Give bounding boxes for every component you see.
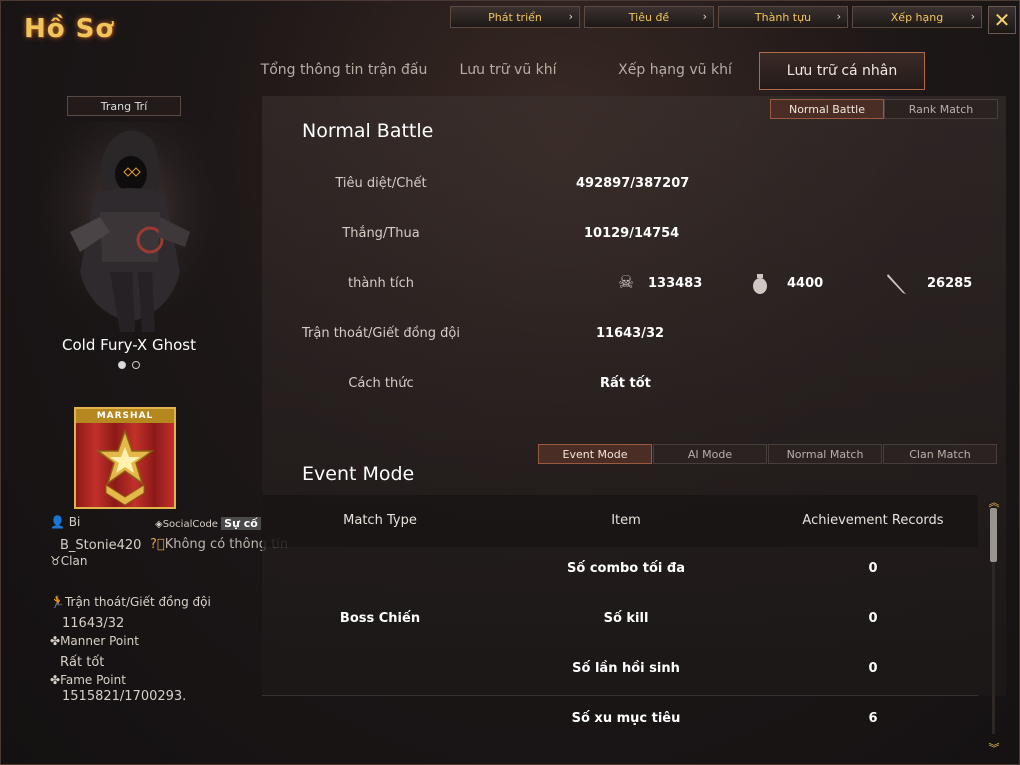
escape-teamkill-label: Trận thoát/Giết đồng đội [301,326,460,341]
tab-match-overview[interactable]: Tổng thông tin trận đấu [254,52,434,88]
table-row-item: Số combo tối đa [567,561,685,576]
win-loss-label: Thắng/Thua [342,226,420,241]
skull-crossbones-icon: ☠ [618,272,635,293]
skull-value: 133483 [648,276,703,291]
tab-weapon-storage[interactable]: Lưu trữ vũ khí [450,52,566,88]
fame-label: Fame Point [60,673,126,687]
running-icon: 🏃 [50,595,65,609]
table-row-item: Số kill [603,611,649,626]
carousel-dot[interactable] [132,361,140,369]
table-row-item: Số xu mục tiêu [571,711,681,726]
row-divider [262,695,978,696]
event-table: Match Type Item Achievement Records Boss… [262,495,978,757]
match-type-cell: Boss Chiến [339,611,421,626]
table-row-item: Số lần hồi sinh [572,661,680,676]
escape-label: Trận thoát/Giết đồng đội [64,595,211,609]
person-icon: 👤 [50,515,65,529]
clan-match-button[interactable]: Clan Match [883,444,997,464]
tab-personal-storage[interactable]: Lưu trữ cá nhân [759,52,925,90]
carousel-dot[interactable] [118,361,126,369]
tab-weapon-ranking[interactable]: Xếp hạng vũ khí [610,52,740,88]
rank-label: MARSHAL [76,409,174,423]
topnav-label: Thành tựu [754,10,812,24]
normal-battle-button[interactable]: Normal Battle [770,99,884,119]
character-name: Cold Fury-X Ghost [62,336,196,354]
question-icon: ?⃝ [150,537,165,552]
escape-row: 🏃Trận thoát/Giết đồng đội [50,595,211,609]
kd-value: 492897/387207 [576,176,690,191]
chevron-right-icon: › [836,10,841,23]
clover-icon: ✤ [50,634,61,648]
topnav-label: Phát triển [488,10,542,24]
knife-icon [887,274,906,294]
grenade-value: 4400 [787,276,824,291]
table-row-value: 0 [868,661,878,676]
close-icon: ✕ [993,8,1011,32]
normal-match-button[interactable]: Normal Match [768,444,882,464]
manner-row: ✤Manner Point [50,634,139,648]
rank-match-button[interactable]: Rank Match [884,99,998,119]
fame-value: 1515821/1700293. [62,689,187,704]
username: B_Stonie420 [60,538,142,553]
achievement-label: thành tích [347,276,414,291]
clan-icon: ♉ [50,554,61,568]
close-button[interactable]: ✕ [988,6,1016,34]
topnav-label: Xếp hạng [890,10,944,24]
nick-label: Bi [68,515,81,529]
style-label: Cách thức [348,376,414,391]
top-navigation: Phát triển › Tiêu đề › Thành tựu › Xếp h… [450,6,982,28]
clan-label: Clan [60,554,88,568]
win-loss-value: 10129/14754 [584,226,680,241]
event-mode-button[interactable]: Event Mode [538,444,652,464]
ai-mode-button[interactable]: AI Mode [653,444,767,464]
topnav-label: Tiêu đề [628,10,670,24]
manner-label: Manner Point [60,634,139,648]
star-badge-icon [95,428,155,506]
decor-button[interactable]: Trang Trí [67,96,181,116]
tag-icon: ◈ [155,519,163,530]
chevron-right-icon: › [568,10,573,23]
fame-row: ✤Fame Point [50,673,126,687]
page-title: Hồ Sơ [24,14,115,44]
topnav-achievements[interactable]: Thành tựu › [718,6,848,28]
topnav-title[interactable]: Tiêu đề › [584,6,714,28]
table-row-value: 6 [868,711,878,726]
knife-value: 26285 [927,276,973,291]
event-mode-heading: Event Mode [302,463,415,485]
kd-label: Tiêu diệt/Chết [335,176,427,191]
chevron-right-icon: › [970,10,975,23]
clan-row: ♉Clan [50,554,87,568]
table-row-value: 0 [868,561,878,576]
clover-icon: ✤ [50,673,61,687]
chevron-down-icon[interactable]: ︾ [987,740,1001,756]
escape-teamkill-value: 11643/32 [596,326,665,341]
normal-battle-heading: Normal Battle [302,120,434,142]
scroll-thumb[interactable] [990,508,997,562]
social-row: ◈SocialCode Sự cố [155,517,261,530]
topnav-ranking[interactable]: Xếp hạng › [852,6,982,28]
grenade-icon [753,274,767,294]
header-item: Item [611,513,641,528]
style-value: Rất tốt [600,376,651,391]
carousel-dots [118,361,140,369]
table-row-value: 0 [868,611,878,626]
topnav-development[interactable]: Phát triển › [450,6,580,28]
nick-row: 👤 Bi [50,515,80,529]
escape-value: 11643/32 [62,616,125,631]
character-portrait [40,122,220,337]
social-label: SocialCode [162,519,218,530]
social-value[interactable]: Sự cố [221,517,261,530]
rank-emblem: MARSHAL [74,407,176,509]
header-match-type: Match Type [343,513,417,528]
table-scrollbar[interactable]: ︽ ︾ [987,496,1001,755]
header-records: Achievement Records [802,513,944,528]
manner-value: Rất tốt [60,655,105,670]
chevron-right-icon: › [702,10,707,23]
